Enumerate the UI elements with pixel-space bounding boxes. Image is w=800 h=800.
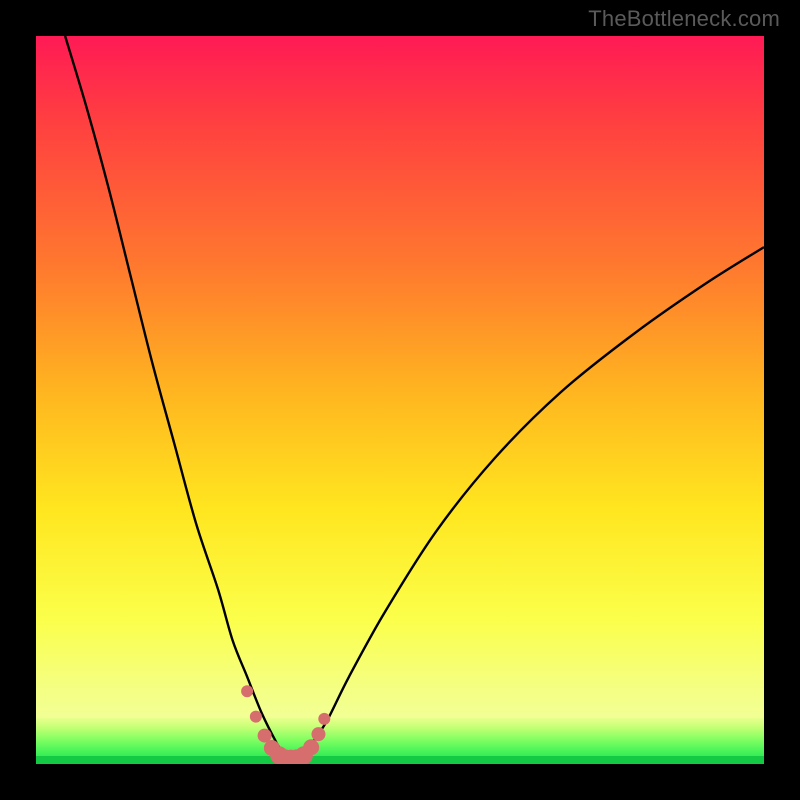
valley-dot — [303, 739, 319, 755]
valley-dot-outlier — [241, 685, 253, 697]
watermark-text: TheBottleneck.com — [588, 6, 780, 32]
chart-svg — [36, 36, 764, 764]
valley-dot — [311, 727, 325, 741]
valley-dot — [250, 711, 262, 723]
plot-area — [36, 36, 764, 764]
bottleneck-curve — [65, 36, 764, 759]
valley-dot — [318, 713, 330, 725]
